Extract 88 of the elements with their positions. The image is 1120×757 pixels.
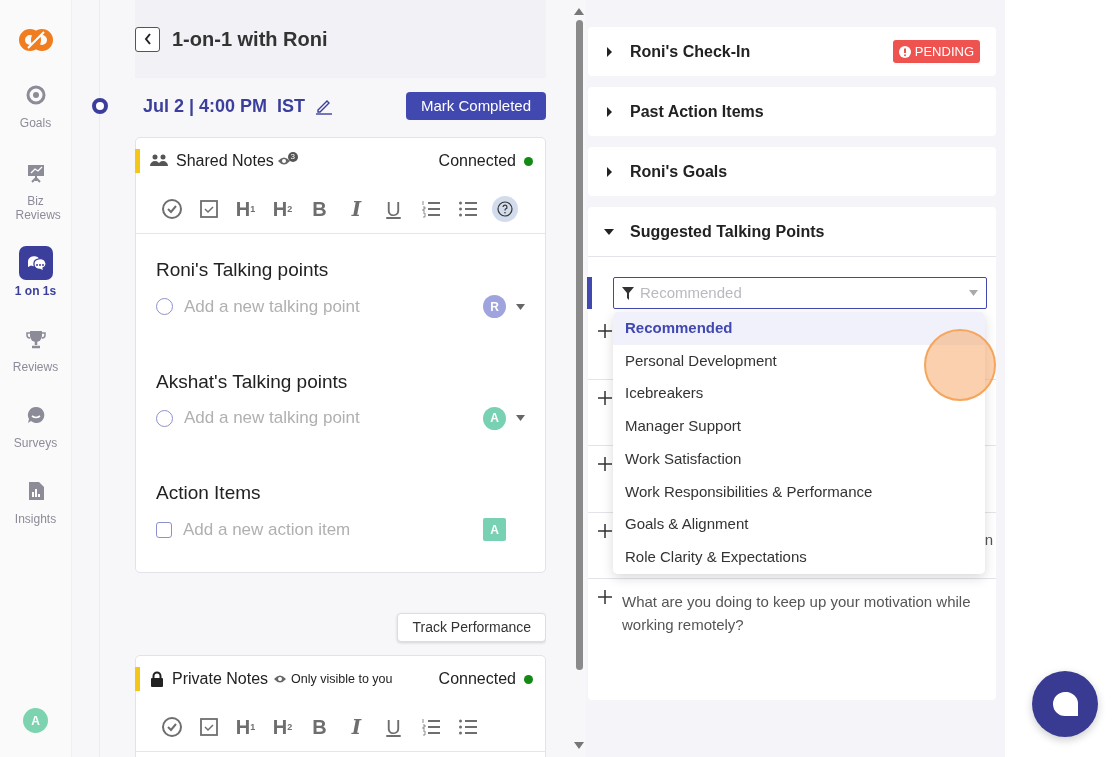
- panel-header[interactable]: Roni's Goals: [588, 147, 996, 196]
- eye-icon: [276, 156, 291, 166]
- meeting-title: 1-on-1 with Roni: [172, 27, 328, 52]
- status-dot: [524, 156, 533, 166]
- people-icon: [150, 154, 168, 168]
- accent-bar: [135, 667, 140, 691]
- panel-header[interactable]: Roni's Check-In PENDING: [588, 27, 996, 76]
- underline-button[interactable]: U: [375, 713, 412, 740]
- chat-icon: [25, 253, 46, 273]
- dropdown-option[interactable]: Work Responsibilities & Performance: [613, 475, 985, 509]
- sidebar-item[interactable]: 1 on 1s: [3, 246, 68, 298]
- chat-bubble-icon: [1052, 692, 1078, 716]
- scroll-up-icon[interactable]: [574, 8, 584, 15]
- track-performance-button[interactable]: Track Performance: [397, 613, 546, 642]
- caret-down-icon: [969, 290, 978, 296]
- focus-bar: [587, 277, 592, 309]
- sidebar-item[interactable]: Biz Reviews: [3, 156, 68, 222]
- accent-bar: [135, 149, 140, 173]
- numbered-list-icon: [420, 716, 441, 737]
- target-icon: [25, 85, 46, 105]
- suggestion-text: n: [984, 529, 993, 550]
- logo-icon: [18, 26, 53, 54]
- alert-icon: [898, 45, 911, 58]
- circle-check-icon: [161, 198, 182, 219]
- dropdown-option[interactable]: Icebreakers: [613, 377, 985, 411]
- sidebar-item[interactable]: Reviews: [3, 322, 68, 374]
- checkbox-icon: [198, 716, 219, 737]
- circle-check-icon: [161, 716, 182, 737]
- status-dot: [524, 674, 533, 684]
- caret-down-icon[interactable]: [516, 415, 525, 421]
- caret-right-icon: [604, 106, 614, 117]
- scroll-down-icon[interactable]: [574, 742, 584, 749]
- sidebar-item[interactable]: Insights: [3, 474, 68, 526]
- meeting-schedule: Jul 2 | 4:00 PM IST: [143, 94, 306, 118]
- underline-button[interactable]: U: [375, 195, 412, 222]
- speech-bubble-icon: [25, 405, 46, 425]
- back-button[interactable]: [135, 26, 160, 52]
- section-heading: Action Items: [156, 481, 262, 505]
- plus-icon[interactable]: [598, 324, 612, 338]
- caret-down-icon: [604, 226, 614, 237]
- add-item-field[interactable]: Add a new action item: [183, 516, 483, 543]
- dropdown-option[interactable]: Recommended: [613, 312, 985, 345]
- scrollbar-thumb[interactable]: [575, 20, 583, 670]
- dropdown-option[interactable]: Manager Support: [613, 410, 985, 443]
- panel-header[interactable]: Suggested Talking Points: [588, 207, 996, 256]
- timeline-dot: [92, 98, 108, 114]
- sidebar-item[interactable]: Goals: [3, 78, 68, 130]
- plus-icon[interactable]: [598, 390, 612, 405]
- chevron-left-icon: [143, 33, 152, 45]
- help-button[interactable]: [492, 195, 518, 222]
- chat-button[interactable]: [1032, 671, 1098, 737]
- dropdown-option[interactable]: Personal Development: [613, 344, 985, 378]
- panel-header[interactable]: Past Action Items: [588, 87, 996, 136]
- presentation-icon: [25, 163, 46, 183]
- mark-completed-button[interactable]: Mark Completed: [405, 91, 546, 121]
- connection-status: Connected: [438, 669, 516, 689]
- help-icon: [497, 200, 513, 217]
- connection-status: Connected: [438, 151, 516, 171]
- suggestion-text: What are you doing to keep up your motivation while working remotely?: [622, 592, 972, 635]
- add-item-field[interactable]: Add a new talking point: [184, 293, 483, 320]
- caret-right-icon: [604, 166, 614, 177]
- trophy-icon: [25, 329, 46, 349]
- checkbox[interactable]: [156, 521, 172, 538]
- checkbox-icon: [198, 198, 219, 219]
- caret-right-icon: [604, 46, 614, 57]
- caret-down-icon[interactable]: [516, 303, 525, 310]
- notes-title: Shared Notes: [176, 151, 274, 171]
- plus-icon[interactable]: [598, 457, 612, 471]
- numbered-list-icon: [420, 198, 441, 219]
- status-badge: PENDING: [892, 39, 980, 64]
- sidebar-item[interactable]: Surveys: [3, 398, 68, 450]
- plus-icon[interactable]: [598, 590, 612, 604]
- eye-icon: [273, 674, 288, 684]
- notes-title: Private Notes: [172, 669, 269, 689]
- section-heading: Akshat's Talking points: [156, 369, 349, 394]
- filter-icon: [622, 286, 634, 300]
- dropdown-option[interactable]: Work Satisfaction: [613, 442, 985, 476]
- plus-icon[interactable]: [598, 523, 612, 538]
- add-item-field[interactable]: Add a new talking point: [184, 405, 483, 431]
- visibility-note: Only visible to you: [291, 670, 393, 688]
- dropdown-option[interactable]: Goals & Alignment: [613, 508, 985, 541]
- bold-button[interactable]: B: [301, 195, 338, 222]
- section-heading: Roni's Talking points: [156, 258, 330, 282]
- lock-icon: [150, 671, 164, 687]
- italic-button[interactable]: I: [338, 713, 375, 740]
- bold-button[interactable]: B: [301, 713, 338, 740]
- italic-button[interactable]: I: [338, 195, 375, 222]
- dropdown-option[interactable]: Role Clarity & Expectations: [613, 540, 985, 574]
